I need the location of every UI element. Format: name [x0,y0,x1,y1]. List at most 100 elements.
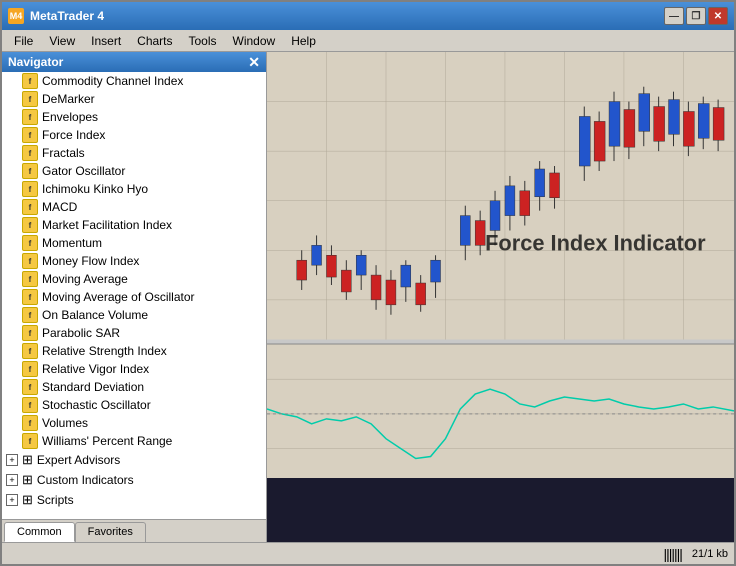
list-item[interactable]: f Ichimoku Kinko Hyo [2,180,266,198]
indicator-label: Ichimoku Kinko Hyo [42,182,148,196]
list-item[interactable]: f Volumes [2,414,266,432]
scripts-section[interactable]: + ⊞ Scripts [2,490,266,510]
indicator-label: Momentum [42,236,102,250]
menu-file[interactable]: File [6,32,41,50]
list-item[interactable]: f Commodity Channel Index [2,72,266,90]
navigator-close-button[interactable]: ✕ [248,55,260,69]
list-item[interactable]: f Williams' Percent Range [2,432,266,450]
indicator-icon: f [22,343,38,359]
chart-svg: Force Index Indicator [267,52,734,478]
list-item[interactable]: f Market Facilitation Index [2,216,266,234]
main-content: Navigator ✕ f Commodity Channel Index f … [2,52,734,542]
menu-bar: File View Insert Charts Tools Window Hel… [2,30,734,52]
tab-common[interactable]: Common [4,522,75,542]
indicator-label: Stochastic Oscillator [42,398,151,412]
tab-favorites[interactable]: Favorites [75,522,146,542]
maximize-button[interactable]: ❐ [686,7,706,25]
indicator-icon: f [22,433,38,449]
list-item[interactable]: f Gator Oscillator [2,162,266,180]
navigator-header: Navigator ✕ [2,52,266,72]
indicator-icon: f [22,271,38,287]
menu-view[interactable]: View [41,32,83,50]
scripts-label: Scripts [37,493,74,507]
menu-insert[interactable]: Insert [83,32,129,50]
indicator-icon: f [22,199,38,215]
indicator-label: Fractals [42,146,85,160]
indicator-icon: f [22,325,38,341]
indicator-icon: f [22,235,38,251]
indicator-label: MACD [42,200,77,214]
indicator-icon: f [22,307,38,323]
list-item[interactable]: f Relative Vigor Index [2,360,266,378]
svg-text:Force Index Indicator: Force Index Indicator [485,230,706,255]
status-bar: ||||||| 21/1 kb [2,542,734,564]
list-item[interactable]: f Envelopes [2,108,266,126]
navigator-tabs: Common Favorites [2,519,266,542]
indicator-label: Market Facilitation Index [42,218,172,232]
list-item[interactable]: f MACD [2,198,266,216]
navigator-panel: Navigator ✕ f Commodity Channel Index f … [2,52,267,542]
indicator-label: Moving Average of Oscillator [42,290,195,304]
indicator-icon: f [22,397,38,413]
indicator-icon: f [22,73,38,89]
expand-icon[interactable]: + [6,494,18,506]
list-item[interactable]: f Force Index [2,126,266,144]
status-info: 21/1 kb [692,548,728,560]
list-item[interactable]: f Momentum [2,234,266,252]
menu-help[interactable]: Help [283,32,324,50]
indicator-icon: f [22,379,38,395]
indicator-label: Money Flow Index [42,254,139,268]
title-bar: M4 MetaTrader 4 — ❐ ✕ [2,2,734,30]
indicator-icon: f [22,163,38,179]
navigator-content[interactable]: f Commodity Channel Index f DeMarker f E… [2,72,266,519]
indicator-label: Parabolic SAR [42,326,120,340]
indicator-icon: f [22,415,38,431]
list-item[interactable]: f Money Flow Index [2,252,266,270]
list-item[interactable]: f Stochastic Oscillator [2,396,266,414]
minimize-button[interactable]: — [664,7,684,25]
indicator-icon: f [22,127,38,143]
expert-advisors-section[interactable]: + ⊞ Expert Advisors [2,450,266,470]
indicator-label: Commodity Channel Index [42,74,183,88]
indicator-label: DeMarker [42,92,95,106]
status-bars: ||||||| [663,546,681,562]
list-item[interactable]: f On Balance Volume [2,306,266,324]
close-button[interactable]: ✕ [708,7,728,25]
title-bar-left: M4 MetaTrader 4 [8,8,104,24]
indicator-label: Relative Vigor Index [42,362,149,376]
list-item[interactable]: f Relative Strength Index [2,342,266,360]
indicator-icon: f [22,145,38,161]
indicator-label: Moving Average [42,272,128,286]
list-item[interactable]: f Fractals [2,144,266,162]
indicator-label: Envelopes [42,110,98,124]
indicator-icon: f [22,181,38,197]
status-text: 21/1 kb [692,548,728,560]
chart-area: Force Index Indicator [267,52,734,542]
indicator-icon: f [22,289,38,305]
indicator-label: On Balance Volume [42,308,148,322]
menu-charts[interactable]: Charts [129,32,180,50]
bars-icon: ||||||| [663,546,681,562]
indicator-label: Force Index [42,128,105,142]
navigator-title: Navigator [8,55,63,69]
indicator-label: Gator Oscillator [42,164,125,178]
indicator-label: Relative Strength Index [42,344,167,358]
app-icon: M4 [8,8,24,24]
list-item[interactable]: f Standard Deviation [2,378,266,396]
expand-icon[interactable]: + [6,454,18,466]
custom-indicators-label: Custom Indicators [37,473,134,487]
list-item[interactable]: f DeMarker [2,90,266,108]
list-item[interactable]: f Parabolic SAR [2,324,266,342]
menu-window[interactable]: Window [225,32,284,50]
indicator-label: Williams' Percent Range [42,434,172,448]
indicator-label: Volumes [42,416,88,430]
indicator-icon: f [22,109,38,125]
expand-icon[interactable]: + [6,474,18,486]
custom-indicators-section[interactable]: + ⊞ Custom Indicators [2,470,266,490]
list-item[interactable]: f Moving Average of Oscillator [2,288,266,306]
title-bar-controls: — ❐ ✕ [664,7,728,25]
indicator-icon: f [22,253,38,269]
indicator-icon: f [22,217,38,233]
list-item[interactable]: f Moving Average [2,270,266,288]
menu-tools[interactable]: Tools [181,32,225,50]
